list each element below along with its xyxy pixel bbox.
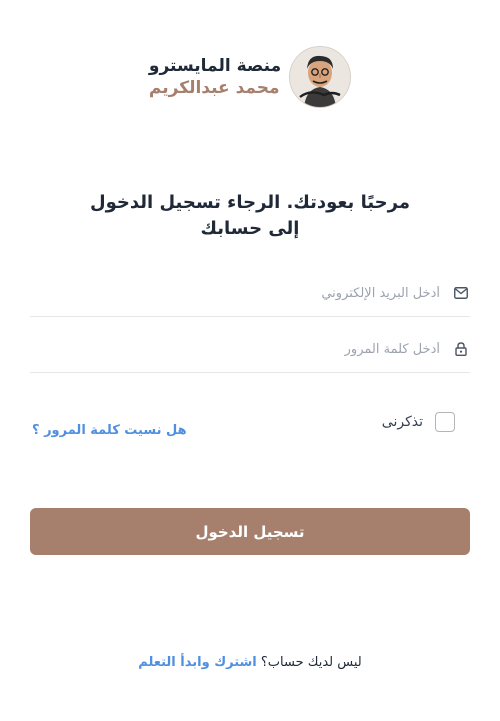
mail-icon <box>452 284 470 302</box>
email-input[interactable] <box>30 284 442 302</box>
signup-question: ليس لديك حساب؟ <box>260 655 362 670</box>
avatar <box>289 46 352 108</box>
brand-text: منصة المايسترو محمد عبدالكريم <box>149 55 281 99</box>
brand-header: منصة المايسترو محمد عبدالكريم <box>0 46 500 108</box>
remember-checkbox[interactable] <box>435 412 455 432</box>
welcome-heading: مرحبًا بعودتك. الرجاء تسجيل الدخول إلى ح… <box>0 190 500 242</box>
signup-link[interactable]: اشترك وابدأ التعلم <box>138 655 256 670</box>
lock-icon <box>452 340 470 358</box>
password-field <box>30 326 470 373</box>
password-input[interactable] <box>30 340 442 358</box>
brand-subtitle: محمد عبدالكريم <box>148 78 280 98</box>
login-button[interactable]: تسجيل الدخول <box>30 508 470 555</box>
remember-label: تذكرنى <box>381 414 423 430</box>
signup-prompt: ليس لديك حساب؟ اشترك وابدأ التعلم <box>0 655 500 670</box>
welcome-line-1: مرحبًا بعودتك. الرجاء تسجيل الدخول <box>89 192 410 213</box>
forgot-password-link[interactable]: هل نسيت كلمة المرور ؟ <box>32 423 187 438</box>
welcome-line-2: إلى حسابك <box>200 218 300 239</box>
avatar-caricature-icon <box>290 47 351 107</box>
email-field <box>30 270 470 317</box>
brand-title: منصة المايسترو <box>148 56 282 76</box>
remember-me[interactable]: تذكرنى <box>382 412 455 432</box>
